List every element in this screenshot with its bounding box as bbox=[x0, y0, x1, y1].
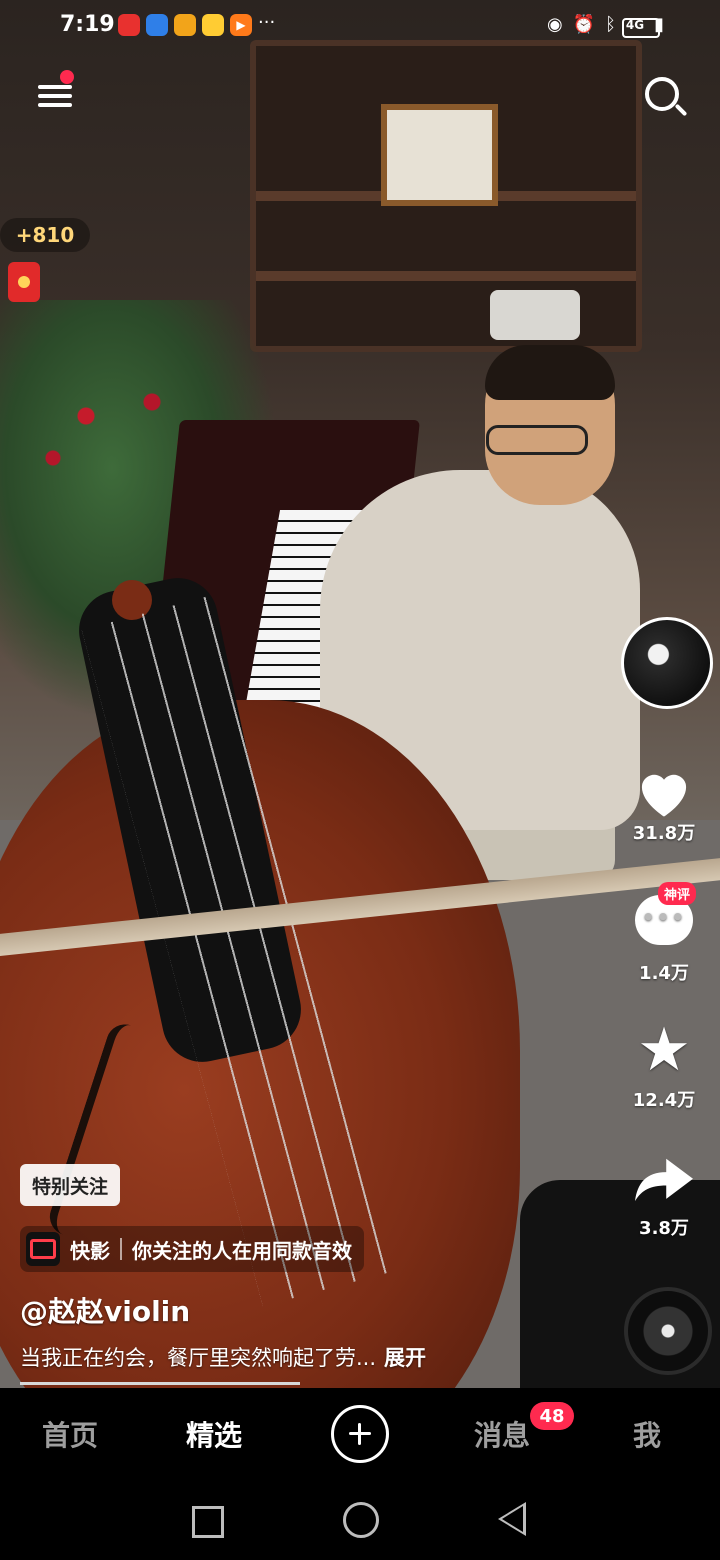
nav-home[interactable]: 首页 bbox=[42, 1414, 98, 1454]
create-plus-button[interactable] bbox=[331, 1405, 389, 1463]
status-time: 7:19 bbox=[60, 12, 115, 37]
stacked-plates bbox=[490, 290, 580, 340]
share-button[interactable]: 3.8万 bbox=[614, 1158, 714, 1240]
pianist-hair bbox=[485, 345, 615, 400]
author-avatar[interactable] bbox=[621, 617, 713, 709]
music-disc-icon[interactable] bbox=[624, 1287, 712, 1375]
pianist-glasses bbox=[486, 425, 588, 455]
home-circle-icon[interactable] bbox=[343, 1502, 379, 1538]
favorite-button[interactable]: ★ 12.4万 bbox=[614, 1020, 714, 1112]
alarm-icon: ⏰ bbox=[572, 14, 596, 35]
kuaiying-app-icon bbox=[26, 1232, 60, 1266]
framed-certificate bbox=[381, 104, 498, 206]
menu-icon[interactable] bbox=[38, 80, 72, 108]
share-arrow-icon bbox=[635, 1158, 693, 1202]
star-icon: ★ bbox=[637, 1015, 691, 1085]
expand-link[interactable]: 展开 bbox=[384, 1346, 426, 1370]
nav-me[interactable]: 我 bbox=[633, 1414, 661, 1454]
sound-source-pill[interactable]: 快影 你关注的人在用同款音效 bbox=[20, 1226, 364, 1272]
game-app-icon bbox=[202, 14, 224, 36]
battery-icon bbox=[622, 18, 660, 38]
back-triangle-icon[interactable] bbox=[498, 1502, 526, 1536]
recents-square-icon[interactable] bbox=[192, 1506, 224, 1538]
share-count: 3.8万 bbox=[639, 1218, 689, 1239]
wooden-shelf bbox=[250, 40, 642, 352]
special-follow-tag: 特别关注 bbox=[20, 1164, 121, 1206]
heart-icon bbox=[641, 774, 687, 817]
eye-icon: ◉ bbox=[546, 14, 563, 35]
separator bbox=[120, 1238, 122, 1260]
messages-badge: 48 bbox=[530, 1402, 574, 1430]
video-app-icon: ▶ bbox=[230, 14, 252, 36]
comment-count: 1.4万 bbox=[639, 963, 689, 984]
author-username[interactable]: @赵赵violin bbox=[20, 1290, 190, 1330]
video-description[interactable]: 当我正在约会，餐厅里突然响起了劳... 展开 bbox=[20, 1342, 426, 1372]
like-count: 31.8万 bbox=[632, 823, 696, 844]
status-bar: 7:19 ▶ ··· ◉ ⏰ ᛒ 4G ▮ bbox=[0, 0, 720, 56]
menu-notification-dot bbox=[60, 70, 74, 84]
more-dots-icon: ··· bbox=[258, 12, 276, 33]
favorite-count: 12.4万 bbox=[632, 1090, 696, 1111]
bottom-nav: 首页 精选 消息 48 我 bbox=[0, 1388, 720, 1480]
status-notification-icons: ▶ ··· bbox=[118, 14, 275, 36]
nav-messages[interactable]: 消息 bbox=[474, 1414, 530, 1454]
red-packet-icon[interactable] bbox=[8, 262, 40, 302]
search-icon[interactable] bbox=[645, 77, 679, 111]
shelf-board bbox=[256, 271, 636, 281]
nav-featured[interactable]: 精选 bbox=[186, 1414, 242, 1454]
video-progress-bar[interactable] bbox=[20, 1382, 300, 1385]
bluetooth-icon: ᛒ bbox=[605, 14, 616, 35]
comment-button[interactable]: 1.4万 bbox=[614, 895, 714, 985]
reward-coin-count[interactable]: +810 bbox=[0, 218, 90, 252]
system-nav-bar bbox=[0, 1480, 720, 1560]
top-comment-badge: 神评 bbox=[658, 882, 697, 905]
browser-icon bbox=[146, 14, 168, 36]
source-app-name: 快影 bbox=[70, 1238, 110, 1263]
description-text: 当我正在约会，餐厅里突然响起了劳... bbox=[20, 1346, 377, 1370]
shield-app-icon bbox=[174, 14, 196, 36]
like-button[interactable]: 31.8万 bbox=[614, 765, 714, 845]
huawei-app-icon bbox=[118, 14, 140, 36]
source-text: 你关注的人在用同款音效 bbox=[132, 1238, 352, 1263]
